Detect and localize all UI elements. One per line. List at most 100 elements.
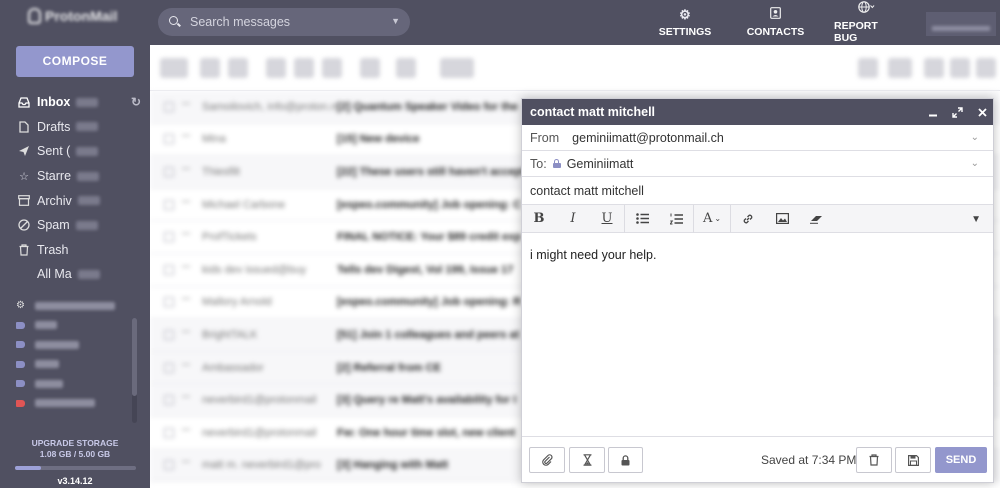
star-icon[interactable] [182, 363, 190, 372]
toolbar-button[interactable] [228, 58, 248, 78]
italic-icon[interactable]: I [556, 205, 590, 233]
message-checkbox[interactable] [164, 232, 174, 243]
message-checkbox[interactable] [164, 101, 174, 112]
star-icon[interactable] [182, 461, 190, 469]
close-icon[interactable] [973, 103, 991, 121]
nav-contacts[interactable]: CONTACTS [747, 0, 804, 45]
star-icon[interactable] [182, 396, 190, 404]
link-icon[interactable] [731, 205, 765, 233]
label-item[interactable] [0, 316, 150, 336]
star-icon[interactable] [182, 428, 190, 437]
toolbar-button[interactable] [266, 58, 286, 78]
bulleted-list-icon[interactable] [625, 205, 659, 233]
message-checkbox[interactable] [164, 362, 174, 373]
star-icon[interactable] [182, 200, 190, 209]
layout-toggle-button[interactable] [888, 58, 912, 78]
to-field[interactable]: To: Geminiimatt ⌄ [522, 151, 993, 177]
pagination-prev-button[interactable] [924, 58, 944, 78]
bold-icon[interactable]: B [522, 205, 556, 233]
user-account-menu[interactable] [926, 12, 996, 36]
sidebar-item-drafts[interactable]: Drafts [0, 115, 150, 140]
chevron-down-icon[interactable]: ▼ [391, 16, 400, 26]
sidebar-item-sent[interactable]: Sent ( [0, 139, 150, 164]
sidebar-scroll-thumb[interactable] [132, 318, 137, 396]
message-checkbox[interactable] [164, 134, 174, 145]
caret-down-icon[interactable]: ▼ [971, 214, 981, 225]
save-draft-button[interactable] [895, 447, 931, 473]
protonmail-logo[interactable]: ProtonMail [28, 8, 117, 24]
image-icon[interactable] [765, 205, 799, 233]
folders-labels-header[interactable]: ⚙ [0, 296, 150, 316]
label-item[interactable] [0, 374, 150, 394]
star-icon[interactable] [182, 102, 190, 111]
star-icon[interactable] [182, 167, 190, 176]
subject-field[interactable]: contact matt mitchell [522, 177, 993, 205]
search-input[interactable] [190, 15, 390, 29]
composer-header[interactable]: contact matt mitchell [522, 99, 993, 125]
label-item[interactable] [0, 355, 150, 375]
underline-icon[interactable]: U [590, 205, 624, 233]
star-icon[interactable] [182, 330, 190, 339]
encryption-button[interactable] [608, 447, 643, 473]
eraser-icon[interactable] [799, 205, 833, 233]
expiration-button[interactable] [569, 447, 605, 473]
message-checkbox[interactable] [164, 427, 174, 438]
star-icon[interactable] [182, 233, 190, 241]
move-to-folder-button[interactable] [360, 58, 380, 78]
sidebar-item-inbox[interactable]: Inbox ↻ [0, 90, 150, 115]
from-address[interactable]: geminiimatt@protonmail.ch [572, 131, 724, 145]
nav-report-bug[interactable]: REPORT BUG [834, 0, 898, 45]
sidebar-item-label: Inbox [37, 95, 71, 110]
subject-input[interactable]: contact matt mitchell [530, 184, 644, 198]
sidebar-item-all-mail[interactable]: All Ma [0, 262, 150, 287]
more-button[interactable] [440, 58, 474, 78]
send-button[interactable]: SEND [935, 447, 987, 473]
sidebar-item-spam[interactable]: Spam [0, 213, 150, 238]
sidebar-item-starred[interactable]: ☆ Starre [0, 164, 150, 189]
upgrade-storage-label[interactable]: UPGRADE STORAGE [0, 438, 150, 449]
numbered-list-icon[interactable] [659, 205, 693, 233]
upgrade-storage[interactable]: UPGRADE STORAGE 1.08 GB / 5.00 GB [0, 438, 150, 460]
search-bar[interactable]: ▼ [158, 8, 410, 36]
from-field[interactable]: From geminiimatt@protonmail.ch ⌄ [522, 125, 993, 151]
contacts-icon [770, 7, 781, 22]
toolbar-button[interactable] [200, 58, 220, 78]
nav-settings[interactable]: ⚙ SETTINGS [659, 0, 712, 45]
refresh-icon[interactable]: ↻ [131, 95, 141, 109]
recipient-chip[interactable]: Geminiimatt [567, 157, 634, 171]
gear-icon[interactable]: ⚙ [16, 300, 25, 311]
delete-draft-button[interactable] [856, 447, 892, 473]
expand-icon[interactable] [948, 103, 966, 121]
lock-icon [552, 159, 561, 168]
sidebar: ProtonMail COMPOSE Inbox ↻ Drafts Sent ( [0, 0, 150, 488]
label-button[interactable] [396, 58, 416, 78]
select-all-checkbox[interactable] [160, 58, 188, 78]
message-checkbox[interactable] [164, 199, 174, 210]
pagination-button[interactable] [950, 58, 970, 78]
label-item[interactable] [0, 335, 150, 355]
compose-button[interactable]: COMPOSE [16, 46, 134, 77]
font-size-icon[interactable]: A ⌄ [694, 205, 730, 233]
toolbar-button[interactable] [294, 58, 314, 78]
pagination-next-button[interactable] [976, 58, 996, 78]
attachment-button[interactable] [529, 447, 565, 473]
sidebar-scrollbar[interactable] [132, 318, 137, 423]
message-body[interactable]: i might need your help. [522, 233, 993, 277]
sidebar-item-archive[interactable]: Archiv [0, 188, 150, 213]
message-checkbox[interactable] [164, 460, 174, 471]
message-checkbox[interactable] [164, 395, 174, 406]
message-checkbox[interactable] [164, 297, 174, 308]
sidebar-item-trash[interactable]: Trash [0, 238, 150, 263]
message-checkbox[interactable] [164, 329, 174, 340]
star-icon[interactable] [182, 298, 190, 306]
minimize-icon[interactable] [924, 103, 942, 121]
star-icon[interactable] [182, 135, 190, 143]
star-icon[interactable] [182, 265, 190, 274]
message-checkbox[interactable] [164, 264, 174, 275]
label-item[interactable] [0, 394, 150, 414]
toolbar-button[interactable] [322, 58, 342, 78]
message-checkbox[interactable] [164, 166, 174, 177]
toolbar-button[interactable] [858, 58, 878, 78]
chevron-down-icon[interactable]: ⌄ [971, 132, 979, 143]
chevron-down-icon[interactable]: ⌄ [971, 158, 979, 169]
